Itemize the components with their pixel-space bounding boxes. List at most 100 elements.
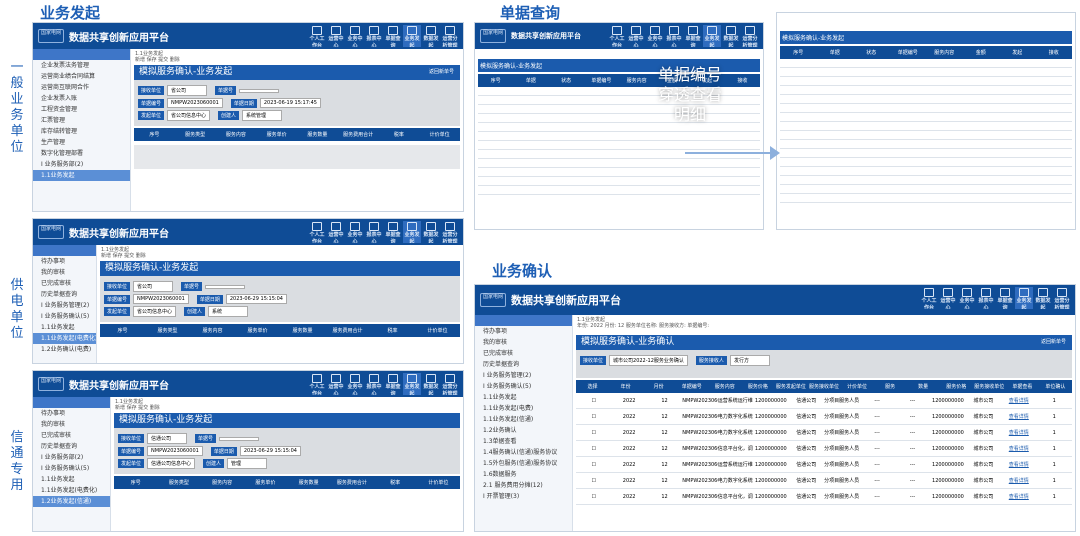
sidebar-item[interactable]: 1.1业务发起 bbox=[33, 322, 96, 333]
header-nav-3[interactable]: 报表中心 bbox=[365, 25, 383, 47]
field-value[interactable]: 系统管理 bbox=[242, 110, 283, 121]
row-checkbox[interactable]: ☐ bbox=[576, 494, 611, 500]
row-checkbox[interactable]: ☐ bbox=[576, 446, 611, 452]
header-nav-0[interactable]: 个人工作台 bbox=[308, 25, 326, 47]
sidebar-item[interactable]: 1.1业务发起 bbox=[33, 474, 110, 485]
sidebar-item[interactable]: 历史单据查询 bbox=[33, 441, 110, 452]
sidebar-search[interactable] bbox=[33, 245, 96, 256]
filter-bar[interactable]: 1.1业务发起 年份: 2022 月份: 12 服务单位名称: 服务接收方: 单据… bbox=[573, 315, 1075, 335]
header-nav-5[interactable]: 业务发起 bbox=[1015, 287, 1033, 309]
header-nav-1[interactable]: 运营中心 bbox=[939, 287, 957, 309]
field-value[interactable]: 省公司信息中心 bbox=[167, 110, 211, 121]
sidebar-item[interactable]: 1.1业务发起(信通) bbox=[475, 414, 572, 425]
header-nav-4[interactable]: 单据查询 bbox=[384, 373, 402, 395]
sidebar-item[interactable]: I 业务服务部(2) bbox=[33, 452, 110, 463]
field-value[interactable]: 2023-06-19 15:17:45 bbox=[259, 98, 321, 108]
sidebar-item[interactable]: 1.2业务发起(信通) bbox=[33, 496, 110, 507]
header-nav-1[interactable]: 运营中心 bbox=[627, 25, 645, 47]
view-detail-link[interactable]: 查看详情 bbox=[1001, 397, 1036, 404]
table-row[interactable] bbox=[478, 168, 760, 177]
sidebar-item[interactable]: 1.1业务发起(电费) bbox=[475, 403, 572, 414]
header-nav-1[interactable]: 运营中心 bbox=[327, 25, 345, 47]
field-value[interactable]: 2023-06-29 15:15:04 bbox=[225, 294, 287, 304]
sidebar-item[interactable]: 1.1业务发起 bbox=[475, 392, 572, 403]
view-detail-link[interactable]: 查看详情 bbox=[1001, 429, 1036, 436]
field-value[interactable]: 省公司信息中心 bbox=[133, 306, 177, 317]
field-value[interactable]: 信通公司 bbox=[147, 433, 188, 444]
header-nav-5[interactable]: 业务发起 bbox=[403, 373, 421, 395]
sidebar-item[interactable]: 已完成审核 bbox=[33, 430, 110, 441]
sidebar-item[interactable]: 已完成审核 bbox=[475, 348, 572, 359]
header-nav-2[interactable]: 业务中心 bbox=[646, 25, 664, 47]
sidebar-item[interactable]: 待办事项 bbox=[475, 326, 572, 337]
header-nav-7[interactable]: 运营分析管理中心 bbox=[741, 25, 759, 47]
row-checkbox[interactable]: ☐ bbox=[576, 430, 611, 436]
header-nav-0[interactable]: 个人工作台 bbox=[308, 221, 326, 243]
row-checkbox[interactable]: ☐ bbox=[576, 414, 611, 420]
table-row[interactable] bbox=[478, 141, 760, 150]
field-value[interactable]: 系统 bbox=[208, 306, 249, 317]
sidebar-item[interactable]: 1.2业务确认(电费) bbox=[33, 344, 96, 355]
field-value[interactable]: 信通公司信息中心 bbox=[147, 458, 196, 469]
header-nav-5[interactable]: 业务发起 bbox=[403, 221, 421, 243]
sidebar-item[interactable]: 数字化管理部署 bbox=[33, 148, 130, 159]
field-value[interactable] bbox=[219, 436, 260, 441]
sidebar-search[interactable] bbox=[475, 315, 572, 326]
sidebar-item[interactable]: 1.2业务确认 bbox=[475, 425, 572, 436]
field-value[interactable]: 2023-06-29 15:15:04 bbox=[239, 446, 301, 456]
table-row[interactable] bbox=[478, 186, 760, 195]
sidebar-item[interactable]: 待办事项 bbox=[33, 256, 96, 267]
header-nav-0[interactable]: 个人工作台 bbox=[608, 25, 626, 47]
view-detail-link[interactable]: 查看详情 bbox=[1001, 445, 1036, 452]
sidebar-item[interactable]: 已完成审核 bbox=[33, 278, 96, 289]
view-detail-link[interactable]: 查看详情 bbox=[1001, 413, 1036, 420]
field-value[interactable] bbox=[239, 88, 280, 93]
header-nav-3[interactable]: 报表中心 bbox=[365, 221, 383, 243]
sidebar-item[interactable]: 我的审核 bbox=[475, 337, 572, 348]
sidebar-item[interactable]: 企业发票法务管理 bbox=[33, 60, 130, 71]
header-nav-7[interactable]: 运营分析管理中心 bbox=[441, 25, 459, 47]
sidebar-item[interactable]: 1.3单据查看 bbox=[475, 436, 572, 447]
header-nav-6[interactable]: 数据发起 bbox=[422, 221, 440, 243]
sidebar-item[interactable]: 我的审核 bbox=[33, 267, 96, 278]
header-nav-4[interactable]: 单据查询 bbox=[684, 25, 702, 47]
sidebar-search[interactable] bbox=[33, 397, 110, 408]
header-nav-5[interactable]: 业务发起 bbox=[703, 25, 721, 47]
field-value[interactable] bbox=[205, 284, 246, 289]
sidebar-item[interactable]: I 业务服务确认(5) bbox=[33, 311, 96, 322]
header-nav-4[interactable]: 单据查询 bbox=[996, 287, 1014, 309]
sidebar-item[interactable]: 库存结转管理 bbox=[33, 126, 130, 137]
row-checkbox[interactable]: ☐ bbox=[576, 478, 611, 484]
header-nav-5[interactable]: 业务发起 bbox=[403, 25, 421, 47]
field-value[interactable]: NMPW2023060001 bbox=[147, 446, 203, 456]
sidebar-item[interactable]: 运营商互联网合作 bbox=[33, 82, 130, 93]
sidebar-item[interactable]: 2.1 服务费用分摊(12) bbox=[475, 480, 572, 491]
header-nav-4[interactable]: 单据查询 bbox=[384, 25, 402, 47]
view-detail-link[interactable]: 查看详情 bbox=[1001, 461, 1036, 468]
header-nav-6[interactable]: 数据发起 bbox=[722, 25, 740, 47]
sidebar-item[interactable]: 我的审核 bbox=[33, 419, 110, 430]
sidebar-item[interactable]: I 业务服务确认(5) bbox=[475, 381, 572, 392]
sidebar-item[interactable]: I 开票管理(3) bbox=[475, 491, 572, 502]
header-nav-4[interactable]: 单据查询 bbox=[384, 221, 402, 243]
sidebar-item[interactable]: 1.5外包服务(信通)服务协议 bbox=[475, 458, 572, 469]
sidebar-item[interactable]: 1.1业务发起 bbox=[33, 170, 130, 181]
sidebar-search[interactable] bbox=[33, 49, 130, 60]
row-checkbox[interactable]: ☐ bbox=[576, 398, 611, 404]
header-nav-6[interactable]: 数据发起 bbox=[422, 373, 440, 395]
header-nav-6[interactable]: 数据发起 bbox=[422, 25, 440, 47]
header-nav-7[interactable]: 运营分析管理中心 bbox=[441, 221, 459, 243]
header-nav-2[interactable]: 业务中心 bbox=[958, 287, 976, 309]
view-detail-link[interactable]: 查看详情 bbox=[1001, 493, 1036, 500]
field-value[interactable]: NMPW2023060001 bbox=[167, 98, 223, 108]
sidebar-item[interactable]: 运营商业绩合同结算 bbox=[33, 71, 130, 82]
sidebar-item[interactable]: 生产管理 bbox=[33, 137, 130, 148]
header-nav-2[interactable]: 业务中心 bbox=[346, 25, 364, 47]
sidebar-item[interactable]: 1.6数据服务 bbox=[475, 469, 572, 480]
header-nav-2[interactable]: 业务中心 bbox=[346, 373, 364, 395]
sidebar-item[interactable]: 企业发票入账 bbox=[33, 93, 130, 104]
view-detail-link[interactable]: 查看详情 bbox=[1001, 477, 1036, 484]
field-value[interactable]: 省公司 bbox=[167, 85, 208, 96]
table-row[interactable] bbox=[478, 159, 760, 168]
field-value[interactable]: 管理 bbox=[227, 458, 268, 469]
